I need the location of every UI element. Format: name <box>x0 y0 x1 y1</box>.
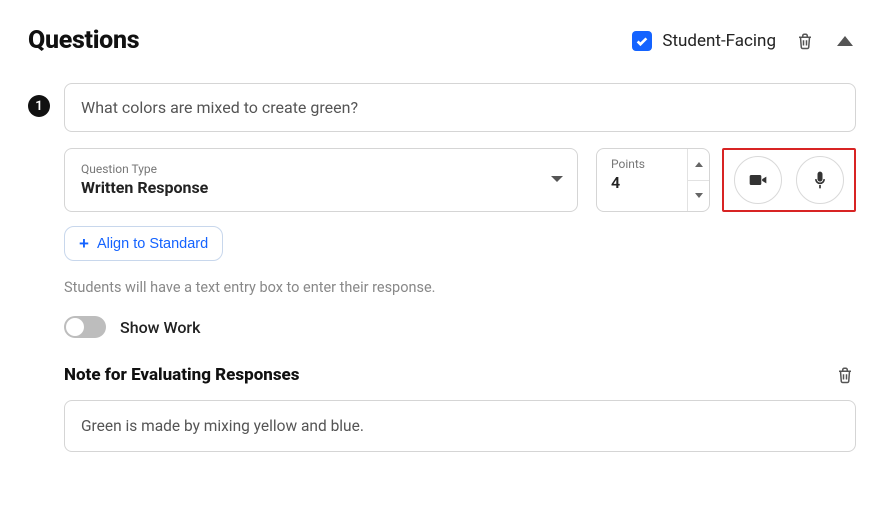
page-title: Questions <box>28 26 139 55</box>
header-row: Questions Student-Facing <box>28 26 856 55</box>
show-work-toggle[interactable] <box>64 316 106 338</box>
collapse-button[interactable] <box>834 30 856 52</box>
chevron-down-icon <box>695 193 703 198</box>
helper-text: Students will have a text entry box to e… <box>64 279 856 296</box>
delete-note-button[interactable] <box>834 364 856 386</box>
media-buttons-highlight <box>722 148 856 212</box>
trash-icon <box>836 366 854 384</box>
question-type-label: Question Type <box>81 162 208 176</box>
video-icon <box>748 170 768 190</box>
question-type-value: Written Response <box>81 178 208 197</box>
delete-section-button[interactable] <box>794 30 816 52</box>
note-input[interactable]: Green is made by mixing yellow and blue. <box>64 400 856 452</box>
chevron-up-icon <box>837 36 853 46</box>
points-label: Points <box>611 157 687 171</box>
check-icon <box>632 31 652 51</box>
plus-icon: + <box>79 235 89 252</box>
question-block: 1 What colors are mixed to create green?… <box>28 83 856 452</box>
points-up-button[interactable] <box>688 149 709 181</box>
student-facing-checkbox[interactable]: Student-Facing <box>632 31 776 51</box>
student-facing-label: Student-Facing <box>662 31 776 51</box>
chevron-up-icon <box>695 162 703 167</box>
align-to-standard-button[interactable]: + Align to Standard <box>64 226 223 261</box>
header-actions: Student-Facing <box>632 30 856 52</box>
question-number-badge: 1 <box>28 95 50 117</box>
note-title: Note for Evaluating Responses <box>64 365 300 385</box>
points-stepper[interactable]: Points 4 <box>596 148 710 212</box>
points-down-button[interactable] <box>688 181 709 212</box>
mic-icon <box>810 170 830 190</box>
align-label: Align to Standard <box>97 236 208 252</box>
record-audio-button[interactable] <box>796 156 844 204</box>
chevron-down-icon <box>551 176 563 182</box>
toggle-knob <box>66 318 84 336</box>
show-work-label: Show Work <box>120 318 200 337</box>
points-value: 4 <box>611 173 687 192</box>
trash-icon <box>796 32 814 50</box>
question-prompt-input[interactable]: What colors are mixed to create green? <box>64 83 856 132</box>
question-type-select[interactable]: Question Type Written Response <box>64 148 578 212</box>
record-video-button[interactable] <box>734 156 782 204</box>
